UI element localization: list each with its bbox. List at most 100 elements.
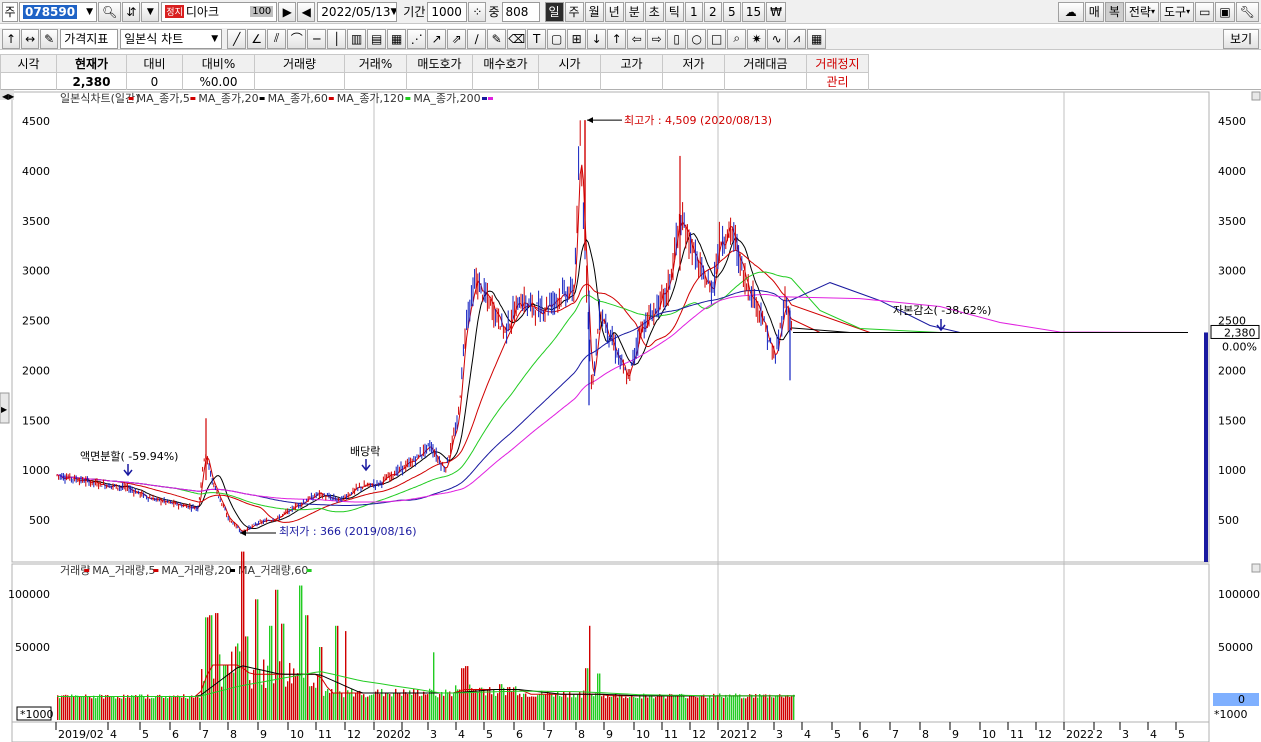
volume-bar-100 (257, 599, 259, 720)
hline-icon[interactable]: ─ (307, 28, 327, 49)
note-icon[interactable]: ▢ (547, 28, 567, 49)
gann-icon[interactable]: ⋰ (407, 28, 427, 49)
view-button[interactable]: 보기 (1223, 28, 1259, 49)
period-input[interactable]: 1000 (427, 1, 468, 22)
sort-icon[interactable]: ⇵ (122, 1, 141, 22)
page-icon[interactable]: ▯ (667, 28, 687, 49)
timeframe-8[interactable]: 2 (703, 1, 722, 22)
timeframe-7[interactable]: 1 (684, 1, 703, 22)
fibo-time-icon[interactable]: ▤ (367, 28, 387, 49)
volume-bar-139 (335, 625, 337, 720)
line-icon[interactable]: ╱ (227, 28, 247, 49)
up-icon[interactable]: ↑ (607, 28, 627, 49)
circle-icon[interactable]: ○ (687, 28, 707, 49)
prev-icon[interactable]: ◀ (297, 1, 316, 22)
volume-bar-312 (681, 693, 683, 720)
volume-bar-231 (519, 693, 521, 720)
timeframe-0[interactable]: 일 (544, 1, 564, 22)
volume-bar-220 (497, 693, 499, 720)
settings-icon[interactable]: ✷ (747, 28, 767, 49)
cloud-icon[interactable]: ☁ (1057, 1, 1084, 22)
square-icon[interactable]: □ (707, 28, 727, 49)
timeframe-3[interactable]: 년 (604, 1, 624, 22)
save-icon[interactable]: ▣ (1215, 1, 1235, 22)
eraser-icon[interactable]: ⌫ (507, 28, 527, 49)
stock-code-input[interactable]: 078590 ▼ (19, 1, 97, 22)
ray-icon[interactable]: ⇗ (447, 28, 467, 49)
next-icon[interactable]: ▶ (278, 1, 297, 22)
left-icon[interactable]: ⇦ (627, 28, 647, 49)
chevron-down-icon[interactable]: ▼ (86, 7, 93, 17)
grid-icon[interactable]: ⁘ (468, 1, 487, 22)
x-tick-label-26: 5 (834, 728, 841, 741)
volume-bar-277 (611, 696, 613, 720)
x-tick-label-37: 4 (1150, 728, 1157, 741)
timeframe-10[interactable]: 15 (741, 1, 766, 22)
quote-header-10: 저가 (662, 54, 725, 73)
buy-button[interactable]: 매 (1084, 1, 1104, 22)
timeframe-9[interactable]: 5 (722, 1, 741, 22)
channel-icon[interactable]: ⫽ (267, 28, 287, 49)
timeframe-1[interactable]: 주 (564, 1, 584, 22)
right-icon[interactable]: ⇨ (647, 28, 667, 49)
wrench-icon[interactable]: 🔧︎ (1235, 1, 1259, 22)
text-icon[interactable]: T (527, 28, 547, 49)
timeframe-11[interactable]: ₩ (766, 1, 786, 22)
angle-icon[interactable]: ∠ (247, 28, 267, 49)
duplicate-button[interactable]: 복 (1104, 1, 1124, 22)
edit-icon[interactable]: ✎ (40, 28, 59, 49)
timeframe-4[interactable]: 분 (624, 1, 644, 22)
volume-bar-356 (769, 694, 771, 720)
volume-bar-335 (727, 697, 729, 720)
strategy-button[interactable]: 전략 ▾ (1124, 1, 1159, 22)
count-input[interactable]: 808 (501, 1, 540, 22)
folder-icon[interactable]: ▭ (1195, 1, 1215, 22)
x-tick-label-23: 2 (750, 728, 757, 741)
timeframe-2[interactable]: 월 (584, 1, 604, 22)
up-arrow-icon[interactable]: ↑ (2, 28, 21, 49)
down-icon[interactable]: ↓ (587, 28, 607, 49)
image-icon[interactable]: ▦ (807, 28, 827, 49)
indicator-button[interactable]: 가격지표 (60, 28, 119, 49)
calendar-dropdown-icon[interactable]: ▼ (390, 7, 396, 17)
vline-icon[interactable]: │ (327, 28, 347, 49)
fibo-icon[interactable]: ▥ (347, 28, 367, 49)
volume-bar-183 (423, 691, 425, 720)
timeframe-6[interactable]: 틱 (664, 1, 684, 22)
volume-bar-17 (91, 698, 93, 720)
zoom-icon[interactable]: ⊞ (567, 28, 587, 49)
quote-value-11 (724, 72, 807, 91)
dropdown-icon[interactable]: ▼ (141, 1, 160, 22)
left-right-arrow-icon[interactable]: ↔ (21, 28, 40, 49)
quote-value-row: 2,380 0 %0.00 관리 (0, 72, 869, 91)
pencil-icon[interactable]: ✎ (487, 28, 507, 49)
market-selector[interactable]: 주 (2, 1, 18, 22)
stock-chart[interactable]: ◀▶ ▶ 45004000350030002500200015001000500… (0, 90, 1261, 742)
volume-bar-326 (709, 696, 711, 720)
pattern-icon[interactable]: ⩘ (787, 28, 807, 49)
quote-header-0: 시각 (0, 54, 57, 73)
magnify-icon[interactable]: ⌕ (727, 28, 747, 49)
volume-bar-157 (371, 694, 373, 720)
date-input[interactable]: 2022/05/13 ▼ (317, 1, 398, 22)
volume-legend-item-2: MA_거래량,20 (161, 564, 231, 577)
ruler-icon[interactable]: ∕ (467, 28, 487, 49)
fan-icon[interactable]: ⌒ (287, 28, 307, 49)
volume-bar-150 (357, 691, 359, 720)
timeframe-5[interactable]: 초 (644, 1, 664, 22)
fibo-ext-icon[interactable]: ▦ (387, 28, 407, 49)
stock-name-field[interactable]: 정지 디아크 100 (161, 1, 278, 22)
trade-halt-tag: 정지 (165, 5, 184, 18)
search-icon[interactable]: 🔍︎ (98, 1, 122, 22)
current-price-label: 2,380 (1224, 326, 1256, 339)
trend-icon[interactable]: ↗ (427, 28, 447, 49)
volume-bar-184 (425, 694, 427, 720)
tools-button[interactable]: 도구 ▾ (1159, 1, 1195, 22)
volume-bar-70 (197, 696, 199, 720)
volume-bar-257 (571, 697, 573, 720)
chart-type-select[interactable]: 일본식 차트 ▼ (120, 28, 223, 49)
wave-icon[interactable]: ∿ (767, 28, 787, 49)
chevron-down-icon[interactable]: ▼ (211, 34, 218, 44)
x-tick-label-22: 2021 (720, 728, 748, 741)
price-tick-right-6: 1500 (1218, 414, 1246, 427)
